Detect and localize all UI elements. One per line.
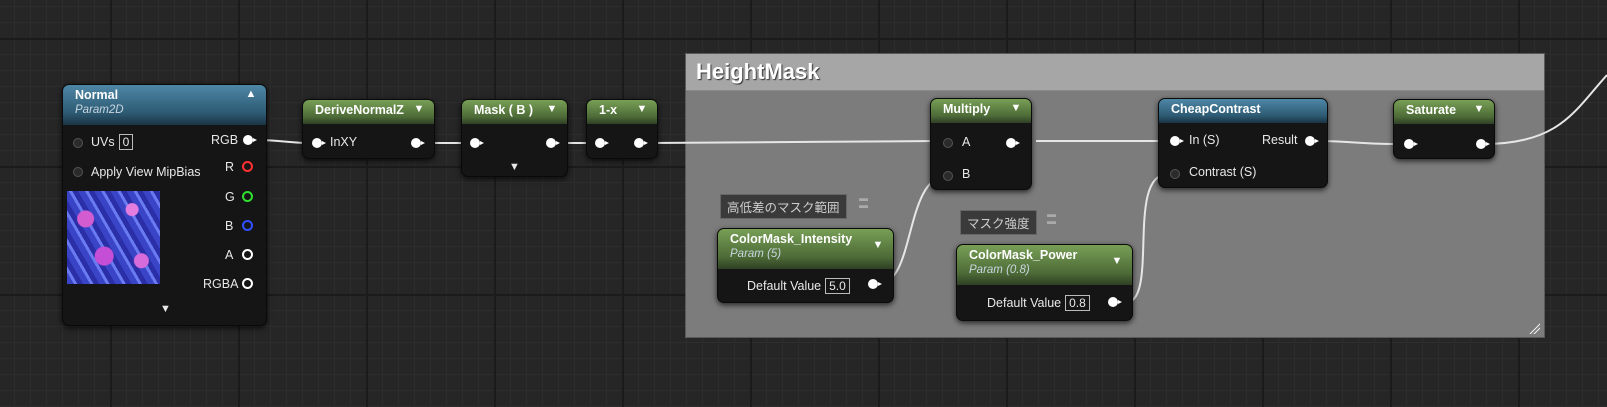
inxy-label: InXY (330, 135, 358, 149)
power-output-pin[interactable] (1108, 297, 1122, 307)
default-value-label: Default Value (987, 296, 1062, 310)
uvs-row: UVs 0 (91, 134, 134, 150)
node-title: Mask ( B ) (474, 103, 534, 117)
cheap-contrast-pin[interactable] (1170, 169, 1180, 179)
oneminus-input-pin[interactable] (595, 138, 609, 148)
comment-title[interactable]: HeightMask (686, 54, 1544, 91)
intensity-output-pin[interactable] (868, 279, 882, 289)
node-header[interactable]: Saturate ▼ (1394, 100, 1494, 124)
multiply-b-label: B (962, 167, 971, 181)
mipbias-label: Apply View MipBias (91, 165, 201, 179)
node-header[interactable]: Normal Param2D ▲ (63, 85, 266, 125)
uvs-input-pin[interactable] (73, 138, 83, 148)
default-value-row: Default Value 0.8 (987, 295, 1090, 311)
node-title: CheapContrast (1171, 102, 1261, 116)
node-header[interactable]: Multiply ▼ (931, 99, 1031, 123)
node-title: Multiply (943, 102, 991, 116)
node-saturate[interactable]: Saturate ▼ (1393, 99, 1495, 159)
node-one-minus[interactable]: 1-x ▼ (586, 99, 658, 159)
node-header[interactable]: 1-x ▼ (587, 100, 657, 124)
node-subtitle: Param2D (75, 104, 124, 116)
derive-output-pin[interactable] (411, 138, 425, 148)
rgb-output-label: RGB (211, 133, 239, 147)
node-header[interactable]: ColorMask_Power Param (0.8) ▼ (957, 245, 1132, 285)
node-title: DeriveNormalZ (315, 103, 404, 117)
node-header[interactable]: DeriveNormalZ ▼ (303, 100, 434, 124)
chevron-down-icon[interactable]: ▼ (1472, 103, 1486, 117)
node-derive-normal-z[interactable]: DeriveNormalZ ▼ (302, 99, 435, 159)
resize-handle-icon[interactable] (1528, 322, 1540, 334)
chevron-down-icon[interactable]: ▼ (545, 103, 559, 117)
a-output-label: A (225, 248, 234, 262)
uvs-value-field[interactable]: 0 (118, 134, 134, 150)
multiply-a-pin[interactable] (943, 138, 953, 148)
rgb-output-pin[interactable] (243, 135, 257, 145)
intensity-value-field[interactable]: 5.0 (825, 278, 850, 294)
multiply-b-pin[interactable] (943, 171, 953, 181)
chevron-down-icon[interactable]: ▼ (509, 161, 520, 173)
node-header[interactable]: Mask ( B ) ▼ (462, 100, 567, 124)
chevron-up-icon[interactable]: ▲ (244, 88, 258, 102)
b-output-pin[interactable] (242, 220, 253, 231)
a-output-pin[interactable] (242, 249, 253, 260)
multiply-output-pin[interactable] (1006, 138, 1020, 148)
chevron-down-icon[interactable]: ▼ (635, 103, 649, 117)
saturate-input-pin[interactable] (1404, 139, 1418, 149)
rgba-output-label: RGBA (203, 277, 239, 291)
chevron-down-icon[interactable]: ▼ (412, 103, 426, 117)
node-title: ColorMask_Power (969, 248, 1078, 262)
node-subtitle: Param (5) (730, 248, 782, 260)
uvs-label: UVs (91, 135, 115, 149)
chevron-down-icon[interactable]: ▼ (1110, 255, 1124, 269)
multiply-a-label: A (962, 135, 971, 149)
b-output-label: B (225, 219, 234, 233)
g-output-label: G (225, 190, 235, 204)
node-subtitle: Param (0.8) (969, 264, 1030, 276)
inxy-input-pin[interactable] (312, 138, 326, 148)
mipbias-input-pin[interactable] (73, 167, 83, 177)
group-tag-power[interactable]: マスク強度 (960, 210, 1037, 235)
chevron-down-icon[interactable]: ▼ (871, 239, 885, 253)
cheap-in-label: In (S) (1189, 133, 1220, 147)
cheap-result-pin[interactable] (1305, 136, 1319, 146)
default-value-label: Default Value (747, 279, 822, 293)
node-header[interactable]: CheapContrast (1159, 99, 1327, 123)
texture-thumbnail (67, 191, 160, 284)
r-output-pin[interactable] (242, 161, 253, 172)
group-tag-intensity[interactable]: 高低差のマスク範囲 (720, 194, 847, 219)
node-title: ColorMask_Intensity (730, 232, 853, 246)
cheap-result-label: Result (1262, 133, 1298, 147)
chevron-down-icon[interactable]: ▼ (160, 303, 171, 315)
node-title: 1-x (599, 103, 618, 117)
node-title: Saturate (1406, 103, 1457, 117)
cheap-in-pin[interactable] (1170, 136, 1184, 146)
pin-icon[interactable]: ▬ ▬ (1047, 210, 1056, 226)
oneminus-output-pin[interactable] (634, 138, 648, 148)
r-output-label: R (225, 160, 235, 174)
chevron-down-icon[interactable]: ▼ (1009, 102, 1023, 116)
node-header[interactable]: ColorMask_Intensity Param (5) ▼ (718, 229, 893, 269)
pin-icon[interactable]: ▬ ▬ (859, 194, 868, 210)
power-value-field[interactable]: 0.8 (1065, 295, 1090, 311)
saturate-output-pin[interactable] (1476, 139, 1490, 149)
node-title: Normal (75, 88, 119, 102)
cheap-contrast-label: Contrast (S) (1189, 165, 1257, 179)
mask-input-pin[interactable] (470, 138, 484, 148)
mask-output-pin[interactable] (546, 138, 560, 148)
rgba-output-pin[interactable] (242, 278, 253, 289)
g-output-pin[interactable] (242, 191, 253, 202)
default-value-row: Default Value 5.0 (747, 278, 850, 294)
